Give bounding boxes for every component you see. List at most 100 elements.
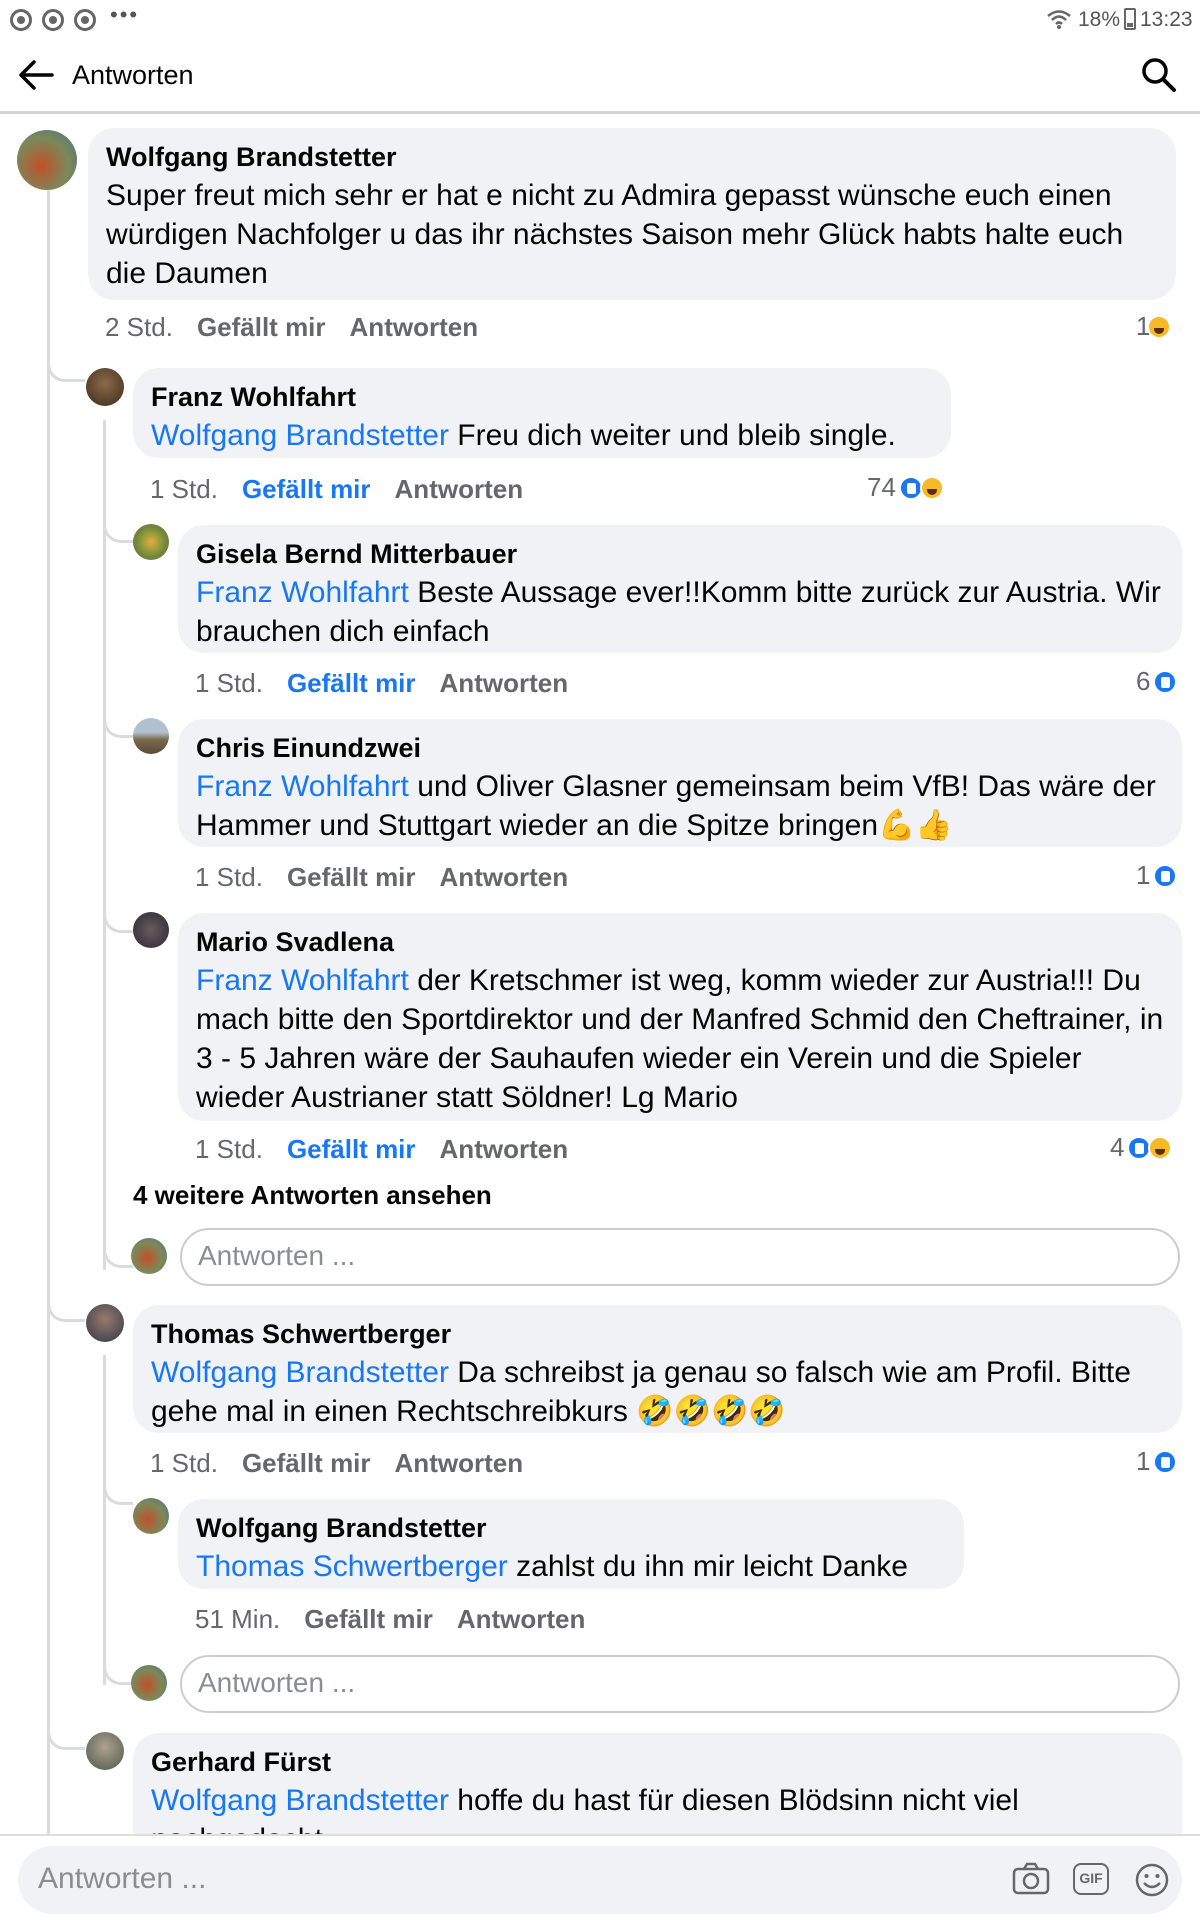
comment-author[interactable]: Thomas Schwertberger: [151, 1315, 1164, 1353]
reaction-summary[interactable]: 4: [1110, 1132, 1173, 1163]
reaction-count: 6: [1136, 666, 1151, 696]
like-button[interactable]: Gefällt mir: [242, 474, 371, 504]
chrome-icon: [10, 9, 32, 31]
wifi-icon: [1047, 10, 1071, 29]
laughing-emoji-icon: 🤣🤣🤣🤣: [636, 1395, 786, 1428]
reply-button[interactable]: Antworten: [440, 862, 569, 892]
reply-button[interactable]: Antworten: [457, 1604, 586, 1634]
thread-connector: [103, 875, 133, 933]
mention-link[interactable]: Wolfgang Brandstetter: [151, 1784, 449, 1817]
comment-composer: Antworten ... GIF: [0, 1834, 1200, 1920]
comment-time[interactable]: 1 Std.: [195, 1134, 263, 1164]
comment-author[interactable]: Mario Svadlena: [196, 923, 1164, 961]
like-button[interactable]: Gefällt mir: [242, 1448, 371, 1478]
reaction-count: 4: [1110, 1132, 1125, 1162]
haha-reaction-icon: [1148, 1135, 1173, 1160]
avatar[interactable]: [133, 912, 169, 948]
comment-time[interactable]: 1 Std.: [195, 862, 263, 892]
reaction-summary[interactable]: 1: [1136, 860, 1178, 891]
comment-actions: 1 Std. Gefällt mir Antworten: [150, 474, 547, 505]
comment-actions: 51 Min. Gefällt mir Antworten: [195, 1604, 609, 1635]
comment-bubble: Mario Svadlena Franz Wohlfahrt der Krets…: [178, 913, 1182, 1121]
like-button[interactable]: Gefällt mir: [304, 1604, 433, 1634]
like-button[interactable]: Gefällt mir: [197, 312, 326, 342]
reaction-count: 74: [867, 472, 896, 502]
mention-link[interactable]: Franz Wohlfahrt: [196, 576, 409, 609]
comment-actions: 1 Std. Gefällt mir Antworten: [150, 1448, 547, 1479]
thread-connector: [47, 330, 85, 382]
avatar[interactable]: [133, 1498, 169, 1534]
haha-reaction-icon: [919, 475, 944, 500]
like-button[interactable]: Gefällt mir: [287, 862, 416, 892]
search-icon[interactable]: [1140, 56, 1178, 94]
haha-reaction-icon: [1147, 314, 1172, 339]
thread-connector: [103, 680, 133, 738]
composer-input[interactable]: Antworten ...: [18, 1846, 1182, 1914]
camera-icon[interactable]: [1012, 1862, 1050, 1896]
comment-text: zahlst du ihn mir leicht Danke: [507, 1550, 908, 1583]
reaction-summary[interactable]: 1: [1136, 1446, 1178, 1477]
avatar[interactable]: [133, 718, 169, 754]
back-arrow-icon[interactable]: [18, 58, 54, 92]
mention-link[interactable]: Wolfgang Brandstetter: [151, 419, 449, 452]
comment-author[interactable]: Franz Wohlfahrt: [151, 378, 933, 416]
comment-author[interactable]: Wolfgang Brandstetter: [196, 1509, 946, 1547]
gif-icon[interactable]: GIF: [1073, 1863, 1109, 1895]
thread-connector: [103, 1630, 133, 1685]
like-reaction-icon: [1153, 669, 1178, 694]
comment-author[interactable]: Wolfgang Brandstetter: [106, 138, 1158, 176]
mention-link[interactable]: Wolfgang Brandstetter: [151, 1356, 449, 1389]
reply-button[interactable]: Antworten: [350, 312, 479, 342]
avatar[interactable]: [86, 368, 124, 406]
comment-actions: 2 Std. Gefällt mir Antworten: [105, 312, 502, 343]
reply-button[interactable]: Antworten: [395, 1448, 524, 1478]
comment-bubble: Wolfgang Brandstetter Super freut mich s…: [88, 128, 1176, 300]
page-title: Antworten: [72, 60, 194, 90]
chrome-icon: [74, 9, 96, 31]
reply-input[interactable]: Antworten ...: [180, 1655, 1180, 1713]
mention-link[interactable]: Franz Wohlfahrt: [196, 770, 409, 803]
thread-connector: [47, 1260, 85, 1322]
mention-link[interactable]: Franz Wohlfahrt: [196, 964, 409, 997]
comment-actions: 1 Std. Gefällt mir Antworten: [195, 668, 592, 699]
comment-time[interactable]: 1 Std.: [150, 1448, 218, 1478]
reply-button[interactable]: Antworten: [440, 668, 569, 698]
emoji-icon[interactable]: [1134, 1862, 1170, 1898]
comment-time[interactable]: 2 Std.: [105, 312, 173, 342]
thread-connector: [47, 1690, 85, 1750]
thread-connector: [103, 485, 133, 543]
thread-line: [103, 420, 106, 1270]
comment-author[interactable]: Chris Einundzwei: [196, 729, 1164, 767]
thread-line: [47, 190, 50, 1840]
thread-connector: [103, 1210, 133, 1268]
avatar[interactable]: [17, 130, 77, 190]
thread-connector: [103, 1450, 133, 1505]
reply-input[interactable]: Antworten ...: [180, 1228, 1180, 1286]
clock: 13:23: [1140, 8, 1193, 31]
avatar[interactable]: [133, 524, 169, 560]
reaction-summary[interactable]: 6: [1136, 666, 1178, 697]
reply-button[interactable]: Antworten: [440, 1134, 569, 1164]
comment-bubble: Franz Wohlfahrt Wolfgang Brandstetter Fr…: [133, 368, 951, 458]
comment-bubble: Gisela Bernd Mitterbauer Franz Wohlfahrt…: [178, 525, 1182, 653]
battery-percent: 18%: [1078, 8, 1121, 31]
comment-time[interactable]: 1 Std.: [150, 474, 218, 504]
reaction-summary[interactable]: 74: [867, 472, 944, 503]
avatar[interactable]: [86, 1304, 124, 1342]
comment-bubble: Thomas Schwertberger Wolfgang Brandstett…: [133, 1305, 1182, 1433]
more-notifications-icon: •••: [110, 2, 140, 27]
comment-time[interactable]: 1 Std.: [195, 668, 263, 698]
view-more-replies-link[interactable]: 4 weitere Antworten ansehen: [133, 1180, 492, 1211]
mention-link[interactable]: Thomas Schwertberger: [196, 1550, 508, 1583]
like-button[interactable]: Gefällt mir: [287, 668, 416, 698]
like-button[interactable]: Gefällt mir: [287, 1134, 416, 1164]
comment-time[interactable]: 51 Min.: [195, 1604, 280, 1634]
chrome-icon: [42, 9, 64, 31]
avatar[interactable]: [86, 1732, 124, 1770]
reaction-summary[interactable]: 1: [1136, 311, 1172, 342]
comment-author[interactable]: Gisela Bernd Mitterbauer: [196, 535, 1164, 573]
reply-button[interactable]: Antworten: [395, 474, 524, 504]
reaction-count: 1: [1136, 860, 1151, 890]
comment-text: Super freut mich sehr er hat e nicht zu …: [106, 179, 1124, 290]
comment-author[interactable]: Gerhard Fürst: [151, 1743, 1164, 1781]
